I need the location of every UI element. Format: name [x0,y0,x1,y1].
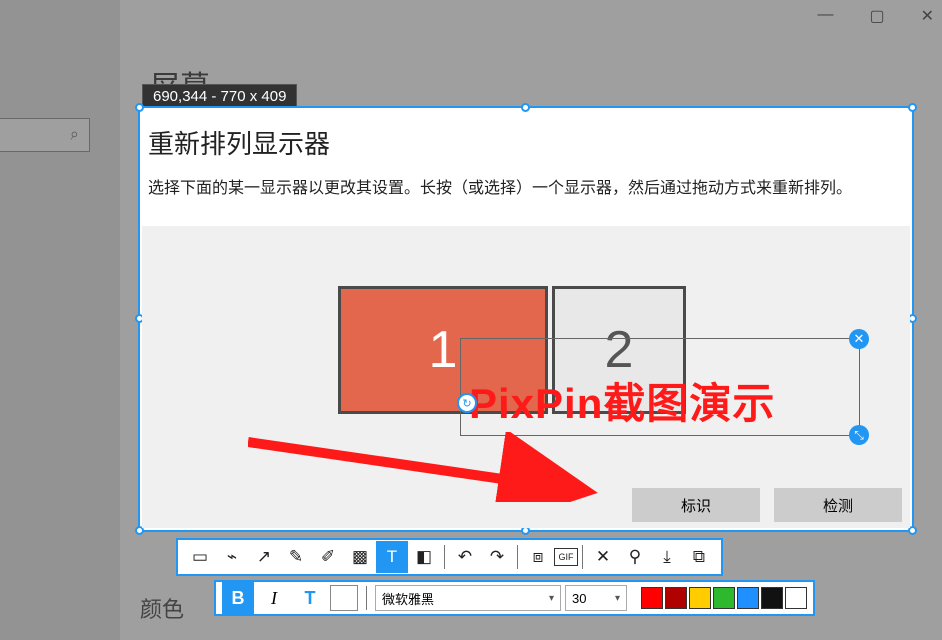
rect-tool[interactable]: ▭ [184,541,216,573]
delete-annotation-icon[interactable]: ✕ [849,329,869,349]
color-swatch-white[interactable] [785,587,807,609]
resize-handle-tl[interactable] [135,103,144,112]
capture-selection[interactable]: 重新排列显示器 选择下面的某一显示器以更改其设置。长按（或选择）一个显示器，然后… [138,106,914,532]
highlighter-tool[interactable]: ✐ [312,541,344,573]
monitor-buttons: 标识 检测 [632,488,902,522]
polyline-tool[interactable]: ⌁ [216,541,248,573]
save-button[interactable]: ⤓ [651,541,683,573]
dimmer-left [0,108,138,532]
redo-button[interactable]: ↷ [481,541,513,573]
font-family-value: 微软雅黑 [382,589,434,608]
undo-button[interactable]: ↶ [449,541,481,573]
font-size-select[interactable]: 30 ▾ [565,585,627,611]
content-description: 选择下面的某一显示器以更改其设置。长按（或选择）一个显示器，然后通过拖动方式来重… [148,174,852,198]
color-swatch-black[interactable] [761,587,783,609]
copy-button[interactable]: ⧉ [683,541,715,573]
annotation-toolbar: ▭ ⌁ ↗ ✎ ✐ ▩ T ◧ ↶ ↷ ⧈ GIF ✕ ⚲ ⤓ ⧉ [176,538,723,576]
arrow-tool[interactable]: ↗ [248,541,280,573]
color-swatch-green[interactable] [713,587,735,609]
cancel-button[interactable]: ✕ [587,541,619,573]
font-size-value: 30 [572,591,586,606]
chevron-down-icon: ▾ [549,593,554,604]
content-title: 重新排列显示器 [148,124,330,161]
dimmer-right [914,108,942,532]
resize-handle-tm[interactable] [521,103,530,112]
color-palette [641,587,807,609]
pin-button[interactable]: ⚲ [619,541,651,573]
chevron-down-icon: ▾ [615,593,620,604]
resize-handle-tr[interactable] [908,103,917,112]
rotate-handle-icon[interactable]: ↻ [457,393,477,413]
color-swatch-red[interactable] [641,587,663,609]
font-family-select[interactable]: 微软雅黑 ▾ [375,585,561,611]
mosaic-tool[interactable]: ▩ [344,541,376,573]
eraser-tool[interactable]: ◧ [408,541,440,573]
italic-button[interactable]: I [258,582,290,614]
pen-tool[interactable]: ✎ [280,541,312,573]
color-swatch-darkred[interactable] [665,587,687,609]
toolbar-separator [517,545,518,569]
color-swatch-yellow[interactable] [689,587,711,609]
text-color-swatch[interactable] [330,585,358,611]
text-annotation[interactable]: PixPin截图演示 ↻ ✕ ⤡ [460,338,860,436]
text-style-button[interactable]: T [294,582,326,614]
toolbar-separator [444,545,445,569]
identify-button[interactable]: 标识 [632,488,760,522]
detect-button[interactable]: 检测 [774,488,902,522]
screenshot-stage: — ▢ ✕ 屏幕 ⌕ 颜色 690,344 - 770 x 409 重新排列显示… [0,0,942,640]
text-format-toolbar: B I T 微软雅黑 ▾ 30 ▾ [214,580,815,616]
text-annotation-content[interactable]: PixPin截图演示 [469,370,851,431]
coordinates-tooltip: 690,344 - 770 x 409 [142,84,297,108]
toolbar-separator [582,545,583,569]
format-separator [366,586,367,610]
text-tool[interactable]: T [376,541,408,573]
gif-button[interactable]: GIF [554,548,578,566]
bold-button[interactable]: B [222,582,254,614]
color-swatch-blue[interactable] [737,587,759,609]
ocr-button[interactable]: ⧈ [522,541,554,573]
resize-annotation-icon[interactable]: ⤡ [849,425,869,445]
